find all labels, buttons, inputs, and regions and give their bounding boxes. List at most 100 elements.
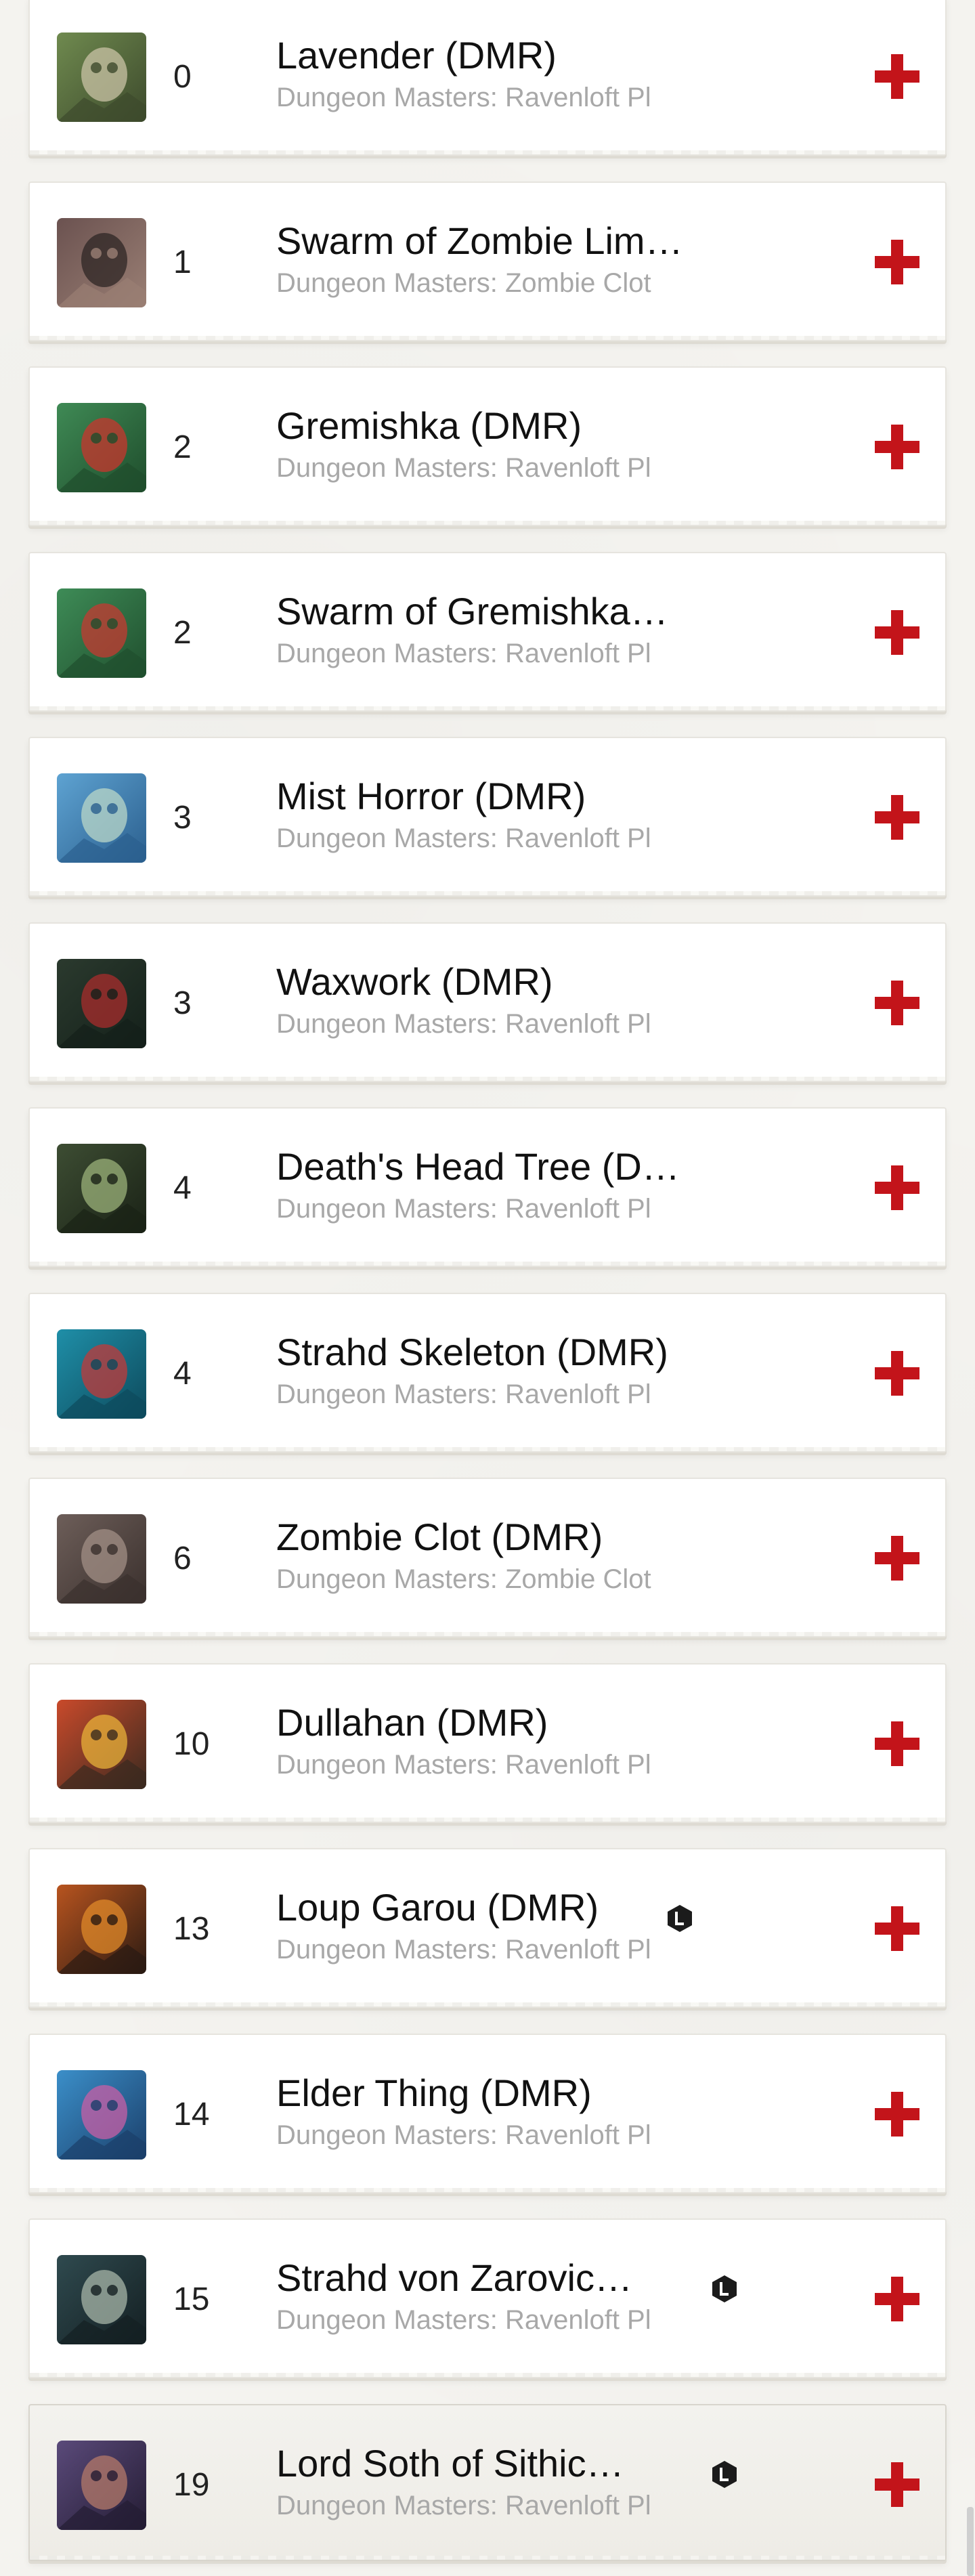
add-card-button[interactable] xyxy=(875,1536,919,1581)
card-row[interactable]: 2 Gremishka (DMR) Dungeon Masters: Ravenlo… xyxy=(28,366,947,526)
card-row[interactable]: 13 Loup Garou (DMR) Dungeon Masters: Raven… xyxy=(28,1848,947,2008)
card-cost: 3 xyxy=(173,800,192,836)
legendary-icon xyxy=(710,2274,739,2304)
card-cost: 19 xyxy=(173,2466,210,2503)
card-art-image xyxy=(57,588,146,678)
card-cost: 2 xyxy=(173,614,192,651)
card-row[interactable]: 19 Lord Soth of Sithic… Dungeon Masters: R… xyxy=(28,2403,947,2561)
card-art-image xyxy=(57,403,146,492)
card-set: Dungeon Masters: Ravenloft Pl xyxy=(276,1935,651,1965)
add-card-button[interactable] xyxy=(875,425,919,469)
card-set: Dungeon Masters: Ravenloft Pl xyxy=(276,823,651,853)
card-name: Loup Garou (DMR) xyxy=(276,1886,599,1929)
card-row[interactable]: 2 Swarm of Gremishka… Dungeon Masters: Rav… xyxy=(28,551,947,712)
card-set: Dungeon Masters: Ravenloft Pl xyxy=(276,638,651,668)
card-art-thumbnail[interactable] xyxy=(57,773,146,863)
card-name: Lord Soth of Sithic… xyxy=(276,2441,624,2485)
card-art-thumbnail[interactable] xyxy=(57,588,146,678)
card-art-thumbnail[interactable] xyxy=(57,33,146,122)
card-art-thumbnail[interactable] xyxy=(57,1329,146,1419)
card-set: Dungeon Masters: Ravenloft Pl xyxy=(276,1379,651,1409)
card-row[interactable]: 0 Lavender (DMR) Dungeon Masters: Ravenlof… xyxy=(28,0,947,156)
card-name: Swarm of Zombie Lim… xyxy=(276,219,683,262)
card-art-thumbnail[interactable] xyxy=(57,403,146,492)
card-name: Elder Thing (DMR) xyxy=(276,2071,592,2114)
card-row[interactable]: 4 Death's Head Tree (D… Dungeon Masters: R… xyxy=(28,1107,947,1267)
add-card-button[interactable] xyxy=(875,1906,919,1951)
card-row[interactable]: 6 Zombie Clot (DMR) Dungeon Masters: Zombi… xyxy=(28,1478,947,1637)
card-art-image xyxy=(57,33,146,122)
card-name: Mist Horror (DMR) xyxy=(276,775,586,817)
card-art-thumbnail[interactable] xyxy=(57,2255,146,2344)
card-row[interactable]: 1 Swarm of Zombie Lim… Dungeon Masters: Zo… xyxy=(28,181,947,341)
card-cost: 14 xyxy=(173,2096,210,2132)
card-art-thumbnail[interactable] xyxy=(57,1514,146,1604)
card-name: Waxwork (DMR) xyxy=(276,960,553,1003)
add-card-button[interactable] xyxy=(875,1165,919,1210)
card-name: Zombie Clot (DMR) xyxy=(276,1516,603,1558)
legendary-icon xyxy=(710,2460,739,2489)
add-card-button[interactable] xyxy=(875,1721,919,1766)
card-name: Swarm of Gremishka… xyxy=(276,589,668,632)
card-set: Dungeon Masters: Ravenloft Pl xyxy=(276,1194,651,1224)
card-name: Strahd Skeleton (DMR) xyxy=(276,1330,668,1373)
card-art-thumbnail[interactable] xyxy=(57,2069,146,2160)
card-art-thumbnail[interactable] xyxy=(57,217,146,307)
card-art-thumbnail[interactable] xyxy=(57,1699,146,1789)
card-set: Dungeon Masters: Ravenloft Pl xyxy=(276,453,651,483)
card-set: Dungeon Masters: Ravenloft Pl xyxy=(276,1008,651,1039)
card-art-image xyxy=(57,1144,146,1233)
card-art-image xyxy=(57,958,146,1048)
card-set: Dungeon Masters: Zombie Clot xyxy=(276,1564,651,1594)
card-set: Dungeon Masters: Ravenloft Pl xyxy=(276,83,651,112)
legendary-icon xyxy=(665,1904,695,1933)
card-cost: 10 xyxy=(173,1725,210,1762)
card-name: Strahd von Zarovic… xyxy=(276,2256,632,2299)
card-row[interactable]: 3 Waxwork (DMR) Dungeon Masters: Ravenloft… xyxy=(28,922,947,1082)
card-row[interactable]: 10 Dullahan (DMR) Dungeon Masters: Ravenlo… xyxy=(28,1662,947,1823)
card-art-thumbnail[interactable] xyxy=(57,958,146,1048)
card-set: Dungeon Masters: Ravenloft Pl xyxy=(276,2120,651,2150)
card-art-image xyxy=(57,2255,146,2344)
card-art-image xyxy=(57,1699,146,1789)
card-cost: 15 xyxy=(173,2281,210,2317)
card-cost: 4 xyxy=(173,1355,192,1392)
card-art-thumbnail[interactable] xyxy=(57,1885,146,1974)
card-art-image xyxy=(57,1885,146,1974)
card-art-thumbnail[interactable] xyxy=(57,2440,146,2530)
scrollbar[interactable] xyxy=(967,2507,974,2576)
card-row[interactable]: 14 Elder Thing (DMR) Dungeon Masters: Rave… xyxy=(28,2033,947,2193)
card-cost: 3 xyxy=(173,985,192,1021)
add-card-button[interactable] xyxy=(875,795,919,840)
add-card-button[interactable] xyxy=(875,2462,919,2507)
add-card-button[interactable] xyxy=(875,239,919,284)
card-name: Lavender (DMR) xyxy=(276,34,557,77)
card-set: Dungeon Masters: Zombie Clot xyxy=(276,267,651,298)
card-art-image xyxy=(57,773,146,863)
card-row[interactable]: 4 Strahd Skeleton (DMR) Dungeon Masters: R… xyxy=(28,1292,947,1453)
add-card-button[interactable] xyxy=(875,609,919,655)
card-art-image xyxy=(57,1329,146,1419)
card-row[interactable]: 15 Strahd von Zarovic… Dungeon Masters: Ra… xyxy=(28,2218,947,2378)
card-art-image xyxy=(57,2440,146,2530)
add-card-button[interactable] xyxy=(875,2277,919,2321)
card-cost: 13 xyxy=(173,1911,210,1947)
card-cost: 2 xyxy=(173,429,192,465)
card-art-image xyxy=(57,217,146,307)
add-card-button[interactable] xyxy=(875,1350,919,1396)
add-card-button[interactable] xyxy=(875,54,919,99)
card-cost: 6 xyxy=(173,1541,192,1576)
card-name: Gremishka (DMR) xyxy=(276,404,582,447)
card-cost: 4 xyxy=(173,1170,192,1206)
card-set: Dungeon Masters: Ravenloft Pl xyxy=(276,2490,651,2520)
add-card-button[interactable] xyxy=(875,980,919,1025)
card-art-image xyxy=(57,2069,146,2160)
card-art-image xyxy=(57,1514,146,1604)
card-name: Death's Head Tree (D… xyxy=(276,1145,680,1188)
card-set: Dungeon Masters: Ravenloft Pl xyxy=(276,2305,651,2335)
card-art-thumbnail[interactable] xyxy=(57,1144,146,1233)
card-cost: 1 xyxy=(173,244,192,280)
card-set: Dungeon Masters: Ravenloft Pl xyxy=(276,1749,651,1780)
card-row[interactable]: 3 Mist Horror (DMR) Dungeon Masters: Raven… xyxy=(28,737,947,897)
add-card-button[interactable] xyxy=(875,2091,919,2137)
